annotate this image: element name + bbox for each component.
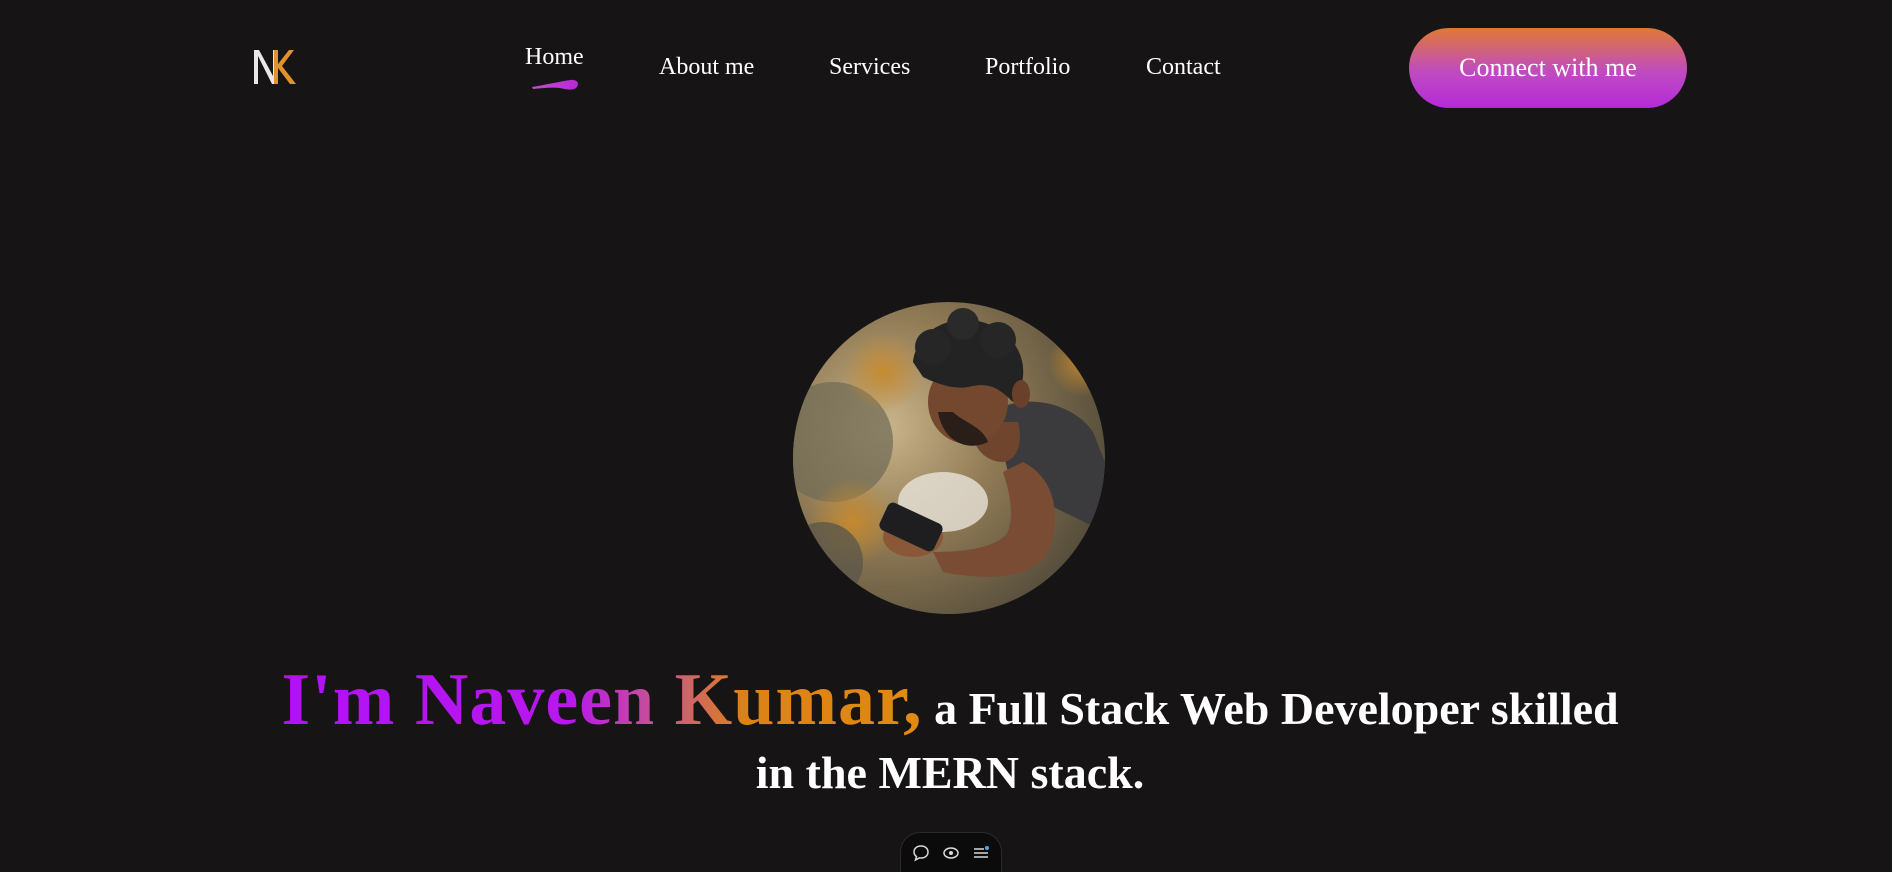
- eye-icon[interactable]: [941, 843, 961, 863]
- hero-tagline-line1: a Full Stack Web Developer skilled: [922, 683, 1619, 734]
- page: Home About me Services Portfolio Contact…: [0, 0, 1892, 872]
- hero-tagline-line2: in the MERN stack.: [755, 747, 1145, 798]
- connect-button[interactable]: Connect with me: [1409, 28, 1687, 108]
- profile-photo: [793, 302, 1105, 614]
- comment-icon[interactable]: [911, 843, 931, 863]
- nav-home[interactable]: Home: [525, 42, 584, 72]
- nav-about-me[interactable]: About me: [659, 52, 754, 82]
- hero-headline: I'm Naveen Kumar, a Full Stack Web Devel…: [200, 663, 1700, 807]
- nav-services[interactable]: Services: [829, 52, 910, 82]
- nav-portfolio[interactable]: Portfolio: [985, 52, 1070, 82]
- nav-contact[interactable]: Contact: [1146, 52, 1221, 82]
- floating-toolbar: [900, 832, 1002, 872]
- active-nav-indicator: [532, 79, 578, 90]
- list-icon[interactable]: [971, 843, 991, 863]
- hero-name: I'm Naveen Kumar,: [281, 659, 923, 741]
